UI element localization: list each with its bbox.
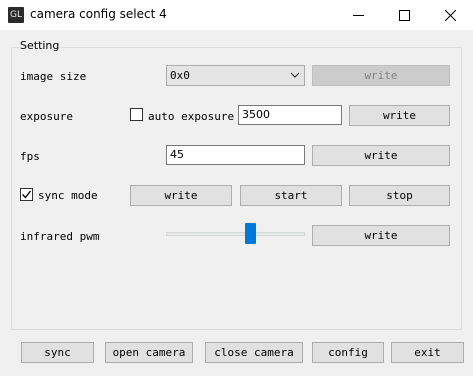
app-icon: GL bbox=[8, 7, 24, 23]
window-body: Setting image size 0x0 write exposure au… bbox=[0, 30, 473, 376]
auto-exposure-label: auto exposure bbox=[148, 110, 235, 123]
sync-mode-write-button[interactable]: write bbox=[130, 185, 232, 206]
maximize-button[interactable] bbox=[381, 0, 427, 30]
infrared-pwm-slider-track[interactable] bbox=[166, 232, 305, 236]
maximize-icon bbox=[398, 9, 410, 21]
image-size-value: 0x0 bbox=[170, 69, 190, 82]
config-button[interactable]: config bbox=[312, 342, 384, 363]
sync-button[interactable]: sync bbox=[21, 342, 94, 363]
close-icon bbox=[444, 9, 456, 21]
exposure-write-button[interactable]: write bbox=[349, 105, 450, 126]
exposure-input[interactable]: 3500 bbox=[238, 105, 342, 125]
exposure-label: exposure bbox=[20, 110, 73, 123]
fps-label: fps bbox=[20, 150, 40, 163]
minimize-button[interactable] bbox=[335, 0, 381, 30]
fps-write-button[interactable]: write bbox=[312, 145, 450, 166]
minimize-icon bbox=[352, 14, 364, 16]
image-size-label: image size bbox=[20, 70, 87, 83]
open-camera-button[interactable]: open camera bbox=[105, 342, 193, 363]
image-size-select[interactable]: 0x0 bbox=[166, 65, 305, 86]
sync-mode-checkbox[interactable] bbox=[20, 188, 33, 201]
chevron-down-icon bbox=[290, 72, 300, 78]
image-size-write-button[interactable]: write bbox=[312, 65, 450, 86]
infrared-pwm-write-button[interactable]: write bbox=[312, 225, 450, 246]
fps-input[interactable]: 45 bbox=[166, 145, 305, 165]
sync-mode-label: sync mode bbox=[38, 189, 98, 202]
close-button[interactable] bbox=[427, 0, 473, 30]
sync-start-button[interactable]: start bbox=[240, 185, 342, 206]
setting-group-title: Setting bbox=[19, 39, 61, 52]
checkmark-icon bbox=[22, 190, 32, 199]
sync-stop-button[interactable]: stop bbox=[349, 185, 450, 206]
close-camera-button[interactable]: close camera bbox=[205, 342, 303, 363]
exit-button[interactable]: exit bbox=[391, 342, 464, 363]
infrared-pwm-label: infrared pwm bbox=[20, 230, 100, 243]
window-title: camera config select 4 bbox=[30, 7, 167, 21]
auto-exposure-checkbox[interactable] bbox=[130, 108, 143, 121]
title-bar[interactable]: GL camera config select 4 bbox=[0, 0, 473, 30]
infrared-pwm-slider-thumb[interactable] bbox=[245, 223, 256, 244]
